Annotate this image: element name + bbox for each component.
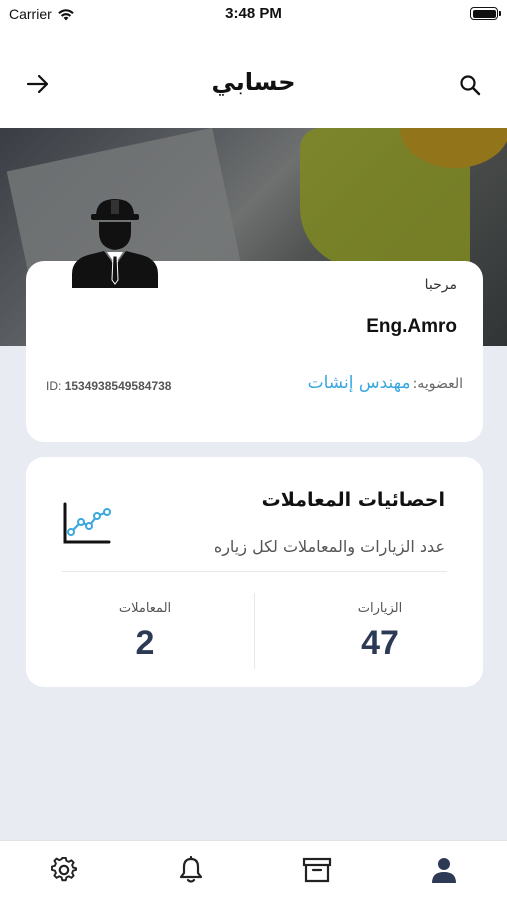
stats-divider (62, 571, 447, 572)
status-bar: Carrier 3:48 PM (0, 0, 507, 28)
transactions-value: 2 (135, 624, 155, 662)
search-icon[interactable] (459, 74, 481, 96)
stats-card: احصائيات المعاملات عدد الزيارات والمعامل… (26, 457, 483, 687)
bell-icon (179, 856, 203, 883)
engineer-avatar-icon (72, 199, 158, 288)
user-id-value: 1534938549584738 (64, 379, 172, 393)
tab-settings[interactable] (49, 855, 79, 885)
tab-archive[interactable] (302, 855, 332, 885)
user-name: Eng.Amro (366, 316, 457, 337)
stats-title: احصائيات المعاملات (261, 489, 445, 511)
stats-vertical-divider (254, 593, 255, 669)
page-title: حسابي (211, 68, 296, 96)
bottom-tab-bar (0, 840, 507, 900)
membership-info: العضويه: مهندس إنشات (308, 373, 463, 393)
line-chart-icon (63, 502, 111, 544)
visits-label: الزيارات (357, 601, 403, 616)
user-id: ID: 1534938549584738 (46, 379, 171, 393)
membership-value: مهندس إنشات (307, 373, 411, 393)
transactions-label: المعاملات (118, 601, 172, 616)
nav-bar: حسابي (0, 28, 507, 128)
battery-icon (470, 7, 501, 20)
transactions-stat: المعاملات 2 (45, 601, 245, 663)
stats-subtitle: عدد الزيارات والمعاملات لكل زياره (213, 537, 445, 556)
status-time: 3:48 PM (225, 5, 282, 22)
profile-card: مرحبا Eng.Amro العضويه: مهندس إنشات ID: … (26, 261, 483, 442)
tab-profile[interactable] (429, 855, 459, 885)
user-icon (432, 858, 456, 883)
tab-notifications[interactable] (176, 855, 206, 885)
visits-value: 47 (361, 624, 399, 662)
greeting-text: مرحبا (424, 277, 457, 293)
visits-stat: الزيارات 47 (280, 601, 480, 663)
archive-box-icon (302, 857, 332, 883)
membership-label: العضويه: (412, 376, 463, 392)
gear-icon (51, 856, 78, 882)
user-id-label: ID: (46, 379, 62, 393)
